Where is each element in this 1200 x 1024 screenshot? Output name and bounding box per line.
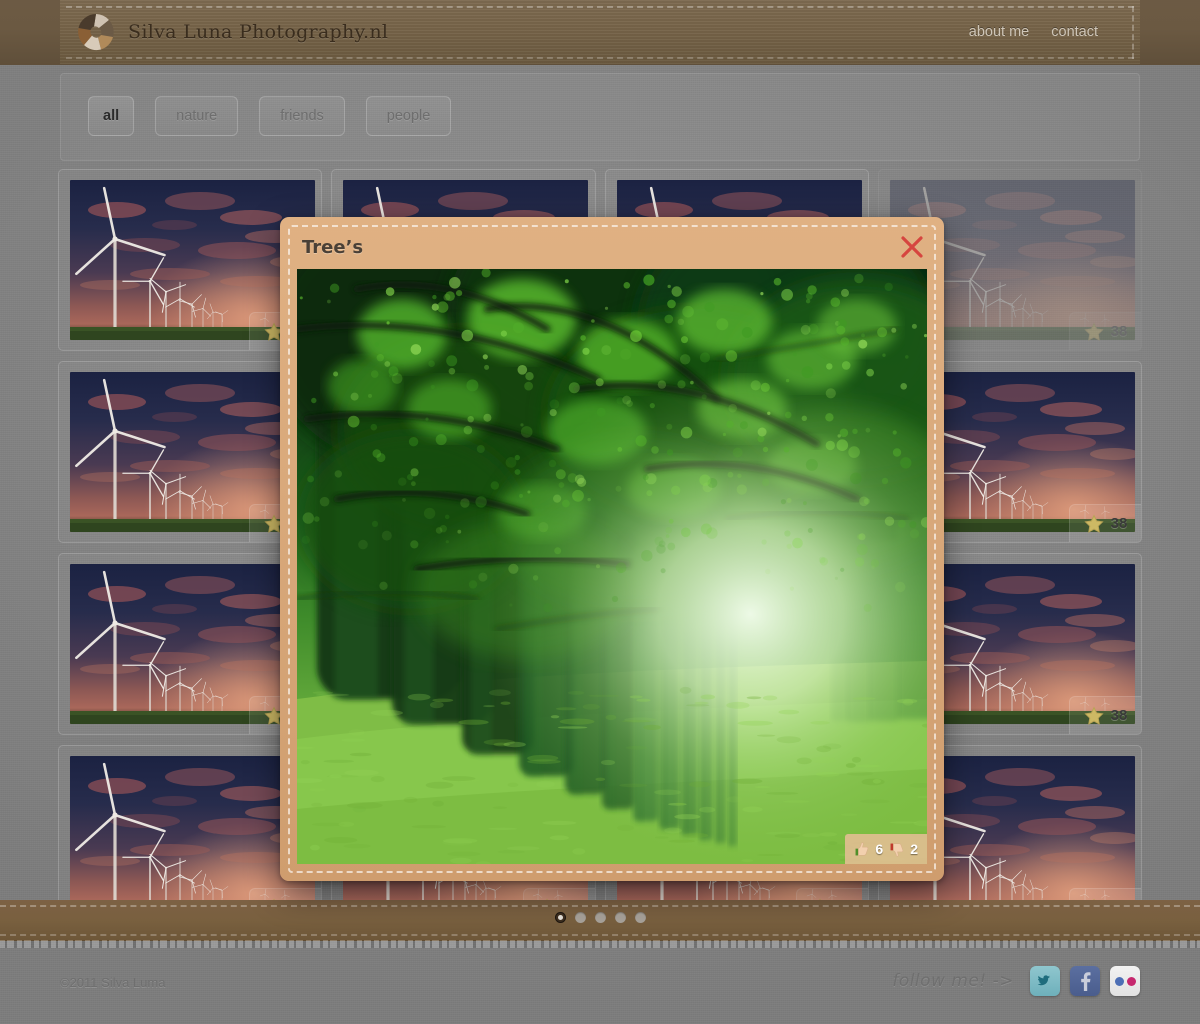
rating-count: 38	[1111, 707, 1128, 724]
pagination-dot-2[interactable]	[575, 912, 586, 923]
rating-count: 38	[1111, 323, 1128, 340]
pagination-dot-3[interactable]	[595, 912, 606, 923]
filter-button-friends[interactable]: friends	[259, 96, 345, 136]
filter-button-people[interactable]: people	[366, 96, 452, 136]
rating-badge: 38	[1069, 312, 1141, 350]
flickr-dot-blue	[1115, 977, 1124, 986]
rating-badge: 38	[1069, 504, 1141, 542]
modal-title: Tree’s	[302, 237, 363, 258]
camera-aperture-icon	[75, 11, 117, 53]
modal-photo: 6 2	[297, 269, 927, 864]
flickr-icon[interactable]	[1110, 966, 1140, 996]
nav-item-about-me[interactable]: about me	[969, 24, 1029, 40]
thumbs-up-icon	[853, 841, 870, 858]
filter-button-nature[interactable]: nature	[155, 96, 238, 136]
star-icon	[1084, 322, 1104, 342]
tree-avenue-image	[297, 269, 927, 864]
pagination-dot-4[interactable]	[615, 912, 626, 923]
thumbs-down-icon	[888, 841, 905, 858]
site-footer: ©2011 Silva Luma follow me! ->	[0, 948, 1200, 1024]
brand-title: Silva Luna Photography.nl	[128, 21, 388, 43]
facebook-icon[interactable]	[1070, 966, 1100, 996]
thumbs-down-count: 2	[910, 841, 918, 857]
pagination-dot-5[interactable]	[635, 912, 646, 923]
site-header: Silva Luna Photography.nl about me conta…	[0, 0, 1200, 65]
star-icon	[1084, 706, 1104, 726]
modal-header: Tree’s	[280, 217, 944, 267]
flickr-dot-pink	[1127, 977, 1136, 986]
rating-badge: 38	[1069, 696, 1141, 734]
filter-list: all nature friends people	[61, 74, 1139, 136]
copyright-text: ©2011 Silva Luma	[60, 975, 165, 990]
follow-me-label: follow me! ->	[892, 971, 1014, 991]
pagination-strip	[0, 900, 1200, 941]
star-icon	[1084, 514, 1104, 534]
rating-count: 38	[1111, 515, 1128, 532]
perforation-divider	[0, 940, 1200, 948]
pagination-dot-1[interactable]	[555, 912, 566, 923]
follow-section: follow me! ->	[892, 966, 1140, 996]
rating-badge: 6 2	[845, 834, 927, 864]
filter-button-all[interactable]: all	[88, 96, 134, 136]
thumbs-up-count: 6	[875, 841, 883, 857]
site-header-inner: Silva Luna Photography.nl about me conta…	[60, 0, 1140, 64]
nav-item-contact[interactable]: contact	[1051, 24, 1098, 40]
brand[interactable]: Silva Luna Photography.nl	[75, 11, 388, 53]
photo-lightbox-modal: Tree’s 6 2	[280, 217, 944, 881]
pagination-dots	[0, 912, 1200, 923]
twitter-icon[interactable]	[1030, 966, 1060, 996]
filter-bar: all nature friends people	[60, 73, 1140, 161]
close-x-icon[interactable]	[899, 234, 925, 260]
main-nav: about me contact	[969, 24, 1140, 40]
